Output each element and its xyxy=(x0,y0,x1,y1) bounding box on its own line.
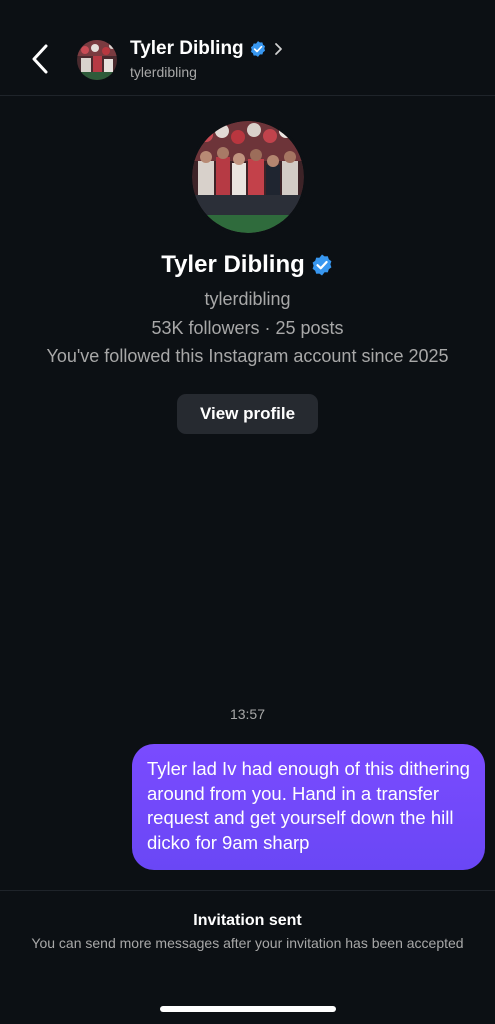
followed-since-text: You've followed this Instagram account s… xyxy=(46,346,449,366)
profile-name-row: Tyler Dibling xyxy=(0,250,495,280)
avatar[interactable] xyxy=(77,40,117,80)
verified-badge-icon xyxy=(312,254,332,276)
contact-username: tylerdibling xyxy=(130,64,197,80)
profile-avatar[interactable] xyxy=(188,118,307,236)
home-indicator[interactable] xyxy=(160,1006,336,1012)
profile-card: Tyler Dibling tylerdibling 53K followers… xyxy=(0,118,495,434)
invitation-title: Invitation sent xyxy=(193,912,302,929)
profile-name: Tyler Dibling xyxy=(161,251,305,278)
back-button[interactable] xyxy=(26,42,54,76)
message-timestamp: 13:57 xyxy=(229,706,266,722)
verified-badge-icon xyxy=(250,41,265,57)
chevron-right-icon xyxy=(274,43,282,55)
invitation-subtitle: You can send more messages after your in… xyxy=(31,935,464,951)
chat-header: Tyler Dibling tylerdibling xyxy=(0,0,495,96)
chevron-left-icon xyxy=(32,44,48,74)
profile-stats: 53K followers · 25 posts xyxy=(151,318,344,338)
profile-username: tylerdibling xyxy=(204,289,291,309)
header-name-row[interactable]: Tyler Dibling xyxy=(130,36,283,62)
contact-name[interactable]: Tyler Dibling xyxy=(130,38,244,60)
sent-message-bubble[interactable]: Tyler lad Iv had enough of this ditherin… xyxy=(132,744,485,870)
view-profile-button[interactable]: View profile xyxy=(177,394,318,434)
invitation-footer: Invitation sent You can send more messag… xyxy=(0,890,495,1024)
